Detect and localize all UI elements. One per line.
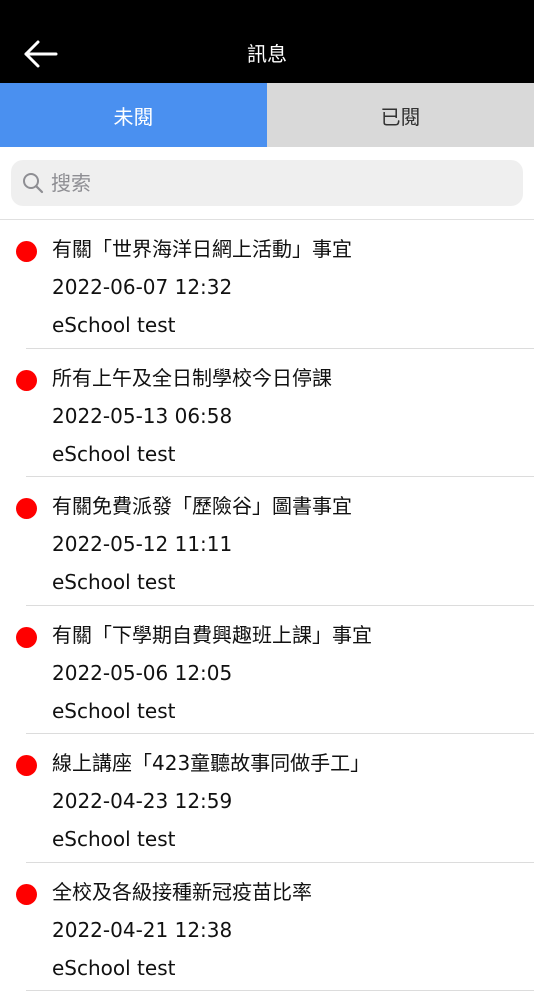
message-item[interactable]: 所有上午及全日制學校今日停課 2022-05-13 06:58 eSchool … [0,349,534,478]
unread-dot-icon [16,498,37,519]
message-title: 所有上午及全日制學校今日停課 [52,363,332,393]
message-list: 有關「世界海洋日網上活動」事宜 2022-06-07 12:32 eSchool… [0,220,534,991]
message-title: 有關「下學期自費興趣班上課」事宜 [52,620,372,650]
message-title: 有關免費派發「歷險谷」圖書事宜 [52,491,352,521]
page-title: 訊息 [0,40,534,68]
tab-bar: 未閱 已閱 [0,83,534,147]
message-sender: eSchool test [52,696,175,726]
tab-unread[interactable]: 未閱 [0,83,267,147]
message-date: 2022-05-13 06:58 [52,401,232,431]
message-date: 2022-05-12 11:11 [52,529,232,559]
search-input[interactable] [51,160,511,206]
message-title: 線上講座「423童聽故事同做手工」 [52,748,370,778]
unread-dot-icon [16,370,37,391]
unread-dot-icon [16,755,37,776]
message-sender: eSchool test [52,439,175,469]
message-date: 2022-04-23 12:59 [52,786,232,816]
search-icon [21,171,45,195]
message-item[interactable]: 全校及各級接種新冠疫苗比率 2022-04-21 12:38 eSchool t… [0,863,534,991]
message-item[interactable]: 有關「下學期自費興趣班上課」事宜 2022-05-06 12:05 eSchoo… [0,606,534,735]
message-sender: eSchool test [52,310,175,340]
message-sender: eSchool test [52,953,175,983]
top-bar: 訊息 [0,0,534,83]
message-sender: eSchool test [52,824,175,854]
message-date: 2022-06-07 12:32 [52,272,232,302]
message-title: 有關「世界海洋日網上活動」事宜 [52,234,352,264]
message-item[interactable]: 線上講座「423童聽故事同做手工」 2022-04-23 12:59 eScho… [0,734,534,863]
search-bar [11,160,523,206]
message-date: 2022-05-06 12:05 [52,658,232,688]
message-item[interactable]: 有關「世界海洋日網上活動」事宜 2022-06-07 12:32 eSchool… [0,220,534,349]
message-title: 全校及各級接種新冠疫苗比率 [52,877,312,907]
message-date: 2022-04-21 12:38 [52,915,232,945]
message-item[interactable]: 有關免費派發「歷險谷」圖書事宜 2022-05-12 11:11 eSchool… [0,477,534,606]
unread-dot-icon [16,241,37,262]
unread-dot-icon [16,627,37,648]
message-sender: eSchool test [52,567,175,597]
tab-read[interactable]: 已閱 [267,83,534,147]
unread-dot-icon [16,884,37,905]
